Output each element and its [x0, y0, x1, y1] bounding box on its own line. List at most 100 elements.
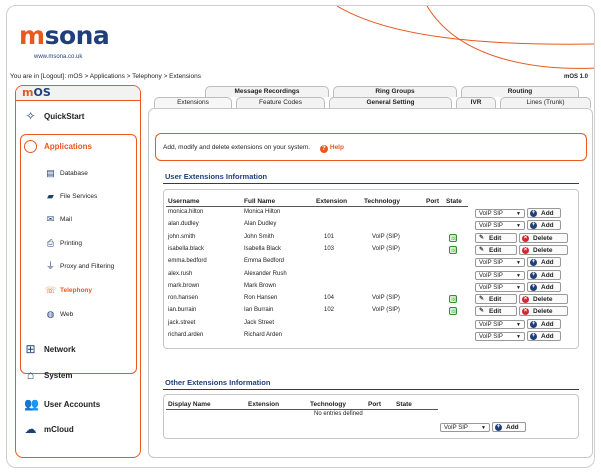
sidebar-item-database[interactable]: ▤ Database: [16, 165, 140, 183]
fullname-cell: Alan Dudley: [244, 221, 277, 228]
users-icon: 👥: [24, 397, 39, 411]
header-underline: [166, 206, 468, 207]
sidebar-item-label: QuickStart: [44, 112, 85, 121]
delete-button[interactable]: × Delete: [519, 244, 568, 255]
column-header-port: Port: [368, 401, 381, 408]
pencil-icon: ✎: [478, 296, 485, 303]
sidebar-item-label: Web: [60, 311, 74, 318]
add-button[interactable]: + Add: [527, 318, 561, 329]
technology-cell: VoIP (SIP): [372, 245, 400, 252]
edit-button[interactable]: ✎ Edit: [475, 306, 517, 317]
technology-cell: VoIP (SIP): [372, 307, 400, 314]
network-icon: ⊞: [25, 342, 36, 356]
edit-button[interactable]: ✎ Edit: [475, 232, 517, 243]
delete-button[interactable]: × Delete: [519, 306, 568, 317]
folder-icon: ▰: [47, 191, 54, 201]
delete-icon: ×: [522, 246, 529, 254]
sidebar-item-network[interactable]: ⊞ Network: [16, 341, 140, 359]
delete-icon: ×: [522, 234, 529, 242]
tab-ring-groups[interactable]: Ring Groups: [333, 86, 457, 97]
help-link[interactable]: Help: [330, 144, 344, 151]
chevron-down-icon: ▼: [516, 260, 521, 267]
section-divider: [163, 389, 579, 390]
add-button[interactable]: + Add: [492, 422, 526, 432]
add-icon: +: [495, 424, 502, 431]
info-text: Add, modify and delete extensions on you…: [163, 144, 311, 151]
edit-button[interactable]: ✎ Edit: [475, 244, 517, 255]
window-frame: msona www.msona.co.uk You are in [Logout…: [6, 5, 595, 468]
sidebar-item-telephony[interactable]: ☏ Telephony: [16, 282, 140, 300]
sidebar-item-proxy-and-filtering[interactable]: ⏚ Proxy and Filtering: [16, 258, 140, 276]
fullname-cell: Alexander Rush: [244, 270, 287, 277]
sidebar-item-applications[interactable]: Applications: [16, 138, 140, 156]
add-button[interactable]: + Add: [527, 269, 561, 280]
chevron-down-icon: ▼: [516, 334, 521, 340]
cloud-icon: ☁: [24, 422, 37, 436]
logo-url: www.msona.co.uk: [34, 54, 83, 60]
edit-label: Edit: [489, 234, 502, 242]
technology-cell: VoIP (SIP): [372, 295, 400, 302]
extension-cell: 104: [324, 295, 335, 302]
sidebar-item-system[interactable]: ⌂ System: [16, 367, 140, 385]
technology-select-value: VoIP SIP: [479, 272, 503, 279]
sidebar-item-quickstart[interactable]: ✧ QuickStart: [16, 108, 140, 126]
add-button[interactable]: + Add: [527, 331, 561, 341]
technology-select[interactable]: VoIP SIP ▼: [475, 221, 525, 231]
tab-general-setting[interactable]: General Setting: [329, 97, 452, 108]
section-divider: [163, 183, 579, 184]
delete-button[interactable]: × Delete: [519, 232, 568, 243]
fullname-cell: Ian Burrain: [244, 307, 274, 314]
fullname-cell: Mark Brown: [244, 282, 277, 289]
column-header-full name: Full Name: [244, 198, 276, 205]
sidebar-item-mail[interactable]: ✉ Mail: [16, 211, 140, 229]
sidebar-item-printing[interactable]: ⎙ Printing: [16, 235, 140, 253]
edit-button[interactable]: ✎ Edit: [475, 294, 517, 305]
column-header-display-name: Display Name: [168, 401, 211, 408]
logo[interactable]: msona: [19, 22, 110, 50]
delete-button[interactable]: × Delete: [519, 294, 568, 305]
technology-select[interactable]: VoIP SIP ▼: [475, 332, 525, 341]
technology-select-value: VoIP SIP: [479, 260, 503, 267]
header: msona www.msona.co.uk You are in [Logout…: [7, 6, 594, 80]
add-icon: +: [530, 271, 537, 279]
tab-ivr[interactable]: IVR: [456, 97, 496, 108]
chevron-down-icon: ▼: [516, 284, 521, 291]
technology-select[interactable]: VoIP SIP ▼: [440, 423, 490, 432]
tab-extensions[interactable]: Extensions: [154, 97, 232, 108]
sidebar-item-user-accounts[interactable]: 👥 User Accounts: [16, 396, 140, 414]
phone-status-icon: ☏: [449, 307, 458, 316]
technology-select[interactable]: VoIP SIP ▼: [475, 282, 525, 292]
add-button[interactable]: + Add: [527, 208, 561, 218]
username-cell: alex.rush: [168, 270, 193, 277]
breadcrumb[interactable]: You are in [Logout]: mOS > Applications …: [10, 73, 201, 80]
sidebar-item-file-services[interactable]: ▰ File Services: [16, 188, 140, 206]
column-header-state: State: [446, 198, 462, 205]
username-cell: john.smith: [168, 233, 196, 240]
fullname-cell: Jack Street: [244, 319, 275, 326]
chevron-down-icon: ▼: [516, 321, 521, 328]
sidebar-item-web[interactable]: ◍ Web: [16, 306, 140, 324]
add-button[interactable]: + Add: [527, 220, 561, 231]
phone-status-icon: ☏: [449, 295, 458, 304]
add-button[interactable]: + Add: [527, 257, 561, 268]
sidebar-item-label: File Services: [60, 193, 98, 200]
help-icon[interactable]: ?: [319, 145, 328, 153]
sidebar-item-label: System: [44, 371, 73, 380]
tab-lines-trunk-[interactable]: Lines (Trunk): [500, 97, 591, 108]
tab-message-recordings[interactable]: Message Recordings: [205, 86, 329, 97]
username-cell: alan.dudley: [168, 221, 199, 228]
sidebar-item-label: Telephony: [60, 287, 93, 294]
technology-select[interactable]: VoIP SIP ▼: [475, 258, 525, 268]
delete-icon: ×: [522, 308, 529, 316]
technology-select[interactable]: VoIP SIP ▼: [475, 319, 525, 329]
tab-feature-codes[interactable]: Feature Codes: [236, 97, 325, 108]
technology-select[interactable]: VoIP SIP ▼: [475, 209, 525, 218]
table-row: john.smith John Smith 101 VoIP (SIP) ☏ ✎ Edit ×…: [164, 232, 578, 245]
tab-routing[interactable]: Routing: [461, 86, 579, 97]
sidebar-item-label: Proxy and Filtering: [60, 263, 115, 270]
sidebar-item-mcloud[interactable]: ☁ mCloud: [16, 421, 140, 439]
add-button[interactable]: + Add: [527, 281, 561, 292]
technology-select[interactable]: VoIP SIP ▼: [475, 270, 525, 280]
info-box: Add, modify and delete extensions on you…: [155, 133, 587, 161]
header-underline: [166, 409, 438, 410]
